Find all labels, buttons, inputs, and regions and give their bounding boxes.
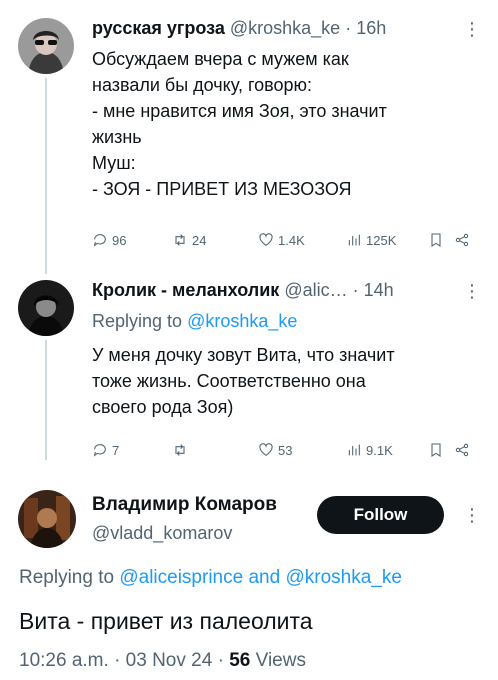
mention-link[interactable]: @aliceisprince: [119, 567, 243, 588]
separator-dot: ·: [345, 18, 352, 38]
retweet-button[interactable]: [172, 442, 192, 458]
views-label: Views: [255, 650, 306, 671]
thread-line-1: [45, 78, 47, 274]
tweet-text: Обсуждаем вчера с мужем как назвали бы д…: [92, 49, 387, 199]
more-vertical-icon[interactable]: ⋮: [463, 20, 481, 38]
reply-count: 7: [112, 442, 120, 458]
more-vertical-icon[interactable]: ⋮: [463, 506, 481, 524]
reply-icon: [93, 234, 106, 247]
timestamp[interactable]: 16h: [356, 18, 386, 38]
separator-dot: ·: [352, 280, 359, 300]
tweet-meta: 10:26 a.m. · 03 Nov 24 · 56 Views: [19, 650, 306, 672]
retweet-button[interactable]: 24: [172, 232, 206, 248]
bookmark-icon: [431, 233, 441, 247]
more-vertical-icon[interactable]: ⋮: [463, 282, 481, 300]
like-button[interactable]: 53: [258, 442, 292, 458]
share-icon: [455, 233, 469, 247]
share-icon: [455, 443, 469, 457]
tweet-text: Вита - привет из палеолита: [19, 608, 313, 634]
replying-and: and: [248, 567, 281, 588]
share-button[interactable]: [454, 232, 470, 248]
reply-button[interactable]: 7: [92, 442, 119, 458]
view-count: 125K: [366, 232, 397, 248]
separator-dot: ·: [217, 650, 224, 671]
replying-label: Replying to: [92, 311, 183, 331]
retweet-count: 24: [192, 232, 207, 248]
retweet-icon: [175, 444, 185, 456]
analytics-icon: [348, 234, 360, 246]
heart-icon: [259, 443, 273, 456]
follow-button[interactable]: Follow: [317, 496, 444, 534]
avatar[interactable]: [18, 280, 74, 336]
view-count: 9.1K: [366, 442, 393, 458]
display-name[interactable]: Владимир Комаров: [92, 494, 277, 516]
separator-dot: ·: [114, 650, 121, 671]
user-handle[interactable]: @kroshka_ke: [230, 18, 340, 38]
retweet-icon: [175, 234, 185, 246]
replying-label: Replying to: [19, 567, 115, 588]
date[interactable]: 03 Nov 24: [126, 650, 213, 671]
display-name[interactable]: русская угроза: [92, 18, 225, 38]
action-bar: 96 24 1.4K 125K: [92, 232, 482, 252]
like-count: 1.4K: [278, 232, 305, 248]
reply-button[interactable]: 96: [92, 232, 126, 248]
share-button[interactable]: [454, 442, 470, 458]
tweet-header: Кролик - меланхолик @alic… · 14h: [92, 279, 394, 301]
mention-link[interactable]: @kroshka_ke: [285, 567, 401, 588]
reply-icon: [93, 444, 106, 457]
analytics-icon: [348, 444, 360, 456]
timestamp[interactable]: 10:26 a.m.: [19, 650, 109, 671]
reply-count: 96: [112, 232, 127, 248]
thread-line-2: [45, 340, 47, 460]
avatar[interactable]: [18, 490, 76, 548]
like-count: 53: [278, 442, 293, 458]
user-handle[interactable]: @vladd_komarov: [92, 523, 232, 544]
display-name[interactable]: Кролик - меланхолик: [92, 280, 279, 300]
view-count: 56: [229, 650, 251, 671]
tweet-text: У меня дочку зовут Вита, что значит тоже…: [92, 345, 395, 417]
like-button[interactable]: 1.4K: [258, 232, 305, 248]
views-button[interactable]: 125K: [346, 232, 396, 248]
mention-link[interactable]: @kroshka_ke: [187, 311, 297, 331]
bookmark-icon: [431, 443, 441, 457]
user-handle[interactable]: @alic…: [284, 280, 347, 300]
replying-to: Replying to @kroshka_ke: [92, 311, 297, 332]
bookmark-button[interactable]: [428, 232, 444, 248]
timestamp[interactable]: 14h: [364, 280, 394, 300]
action-bar: 7 53 9.1K: [92, 442, 482, 462]
heart-icon: [259, 233, 273, 246]
replying-to: Replying to @aliceisprince and @kroshka_…: [19, 567, 402, 589]
bookmark-button[interactable]: [428, 442, 444, 458]
avatar[interactable]: [18, 18, 74, 74]
views-button[interactable]: 9.1K: [346, 442, 393, 458]
tweet-header: русская угроза @kroshka_ke · 16h: [92, 17, 386, 39]
